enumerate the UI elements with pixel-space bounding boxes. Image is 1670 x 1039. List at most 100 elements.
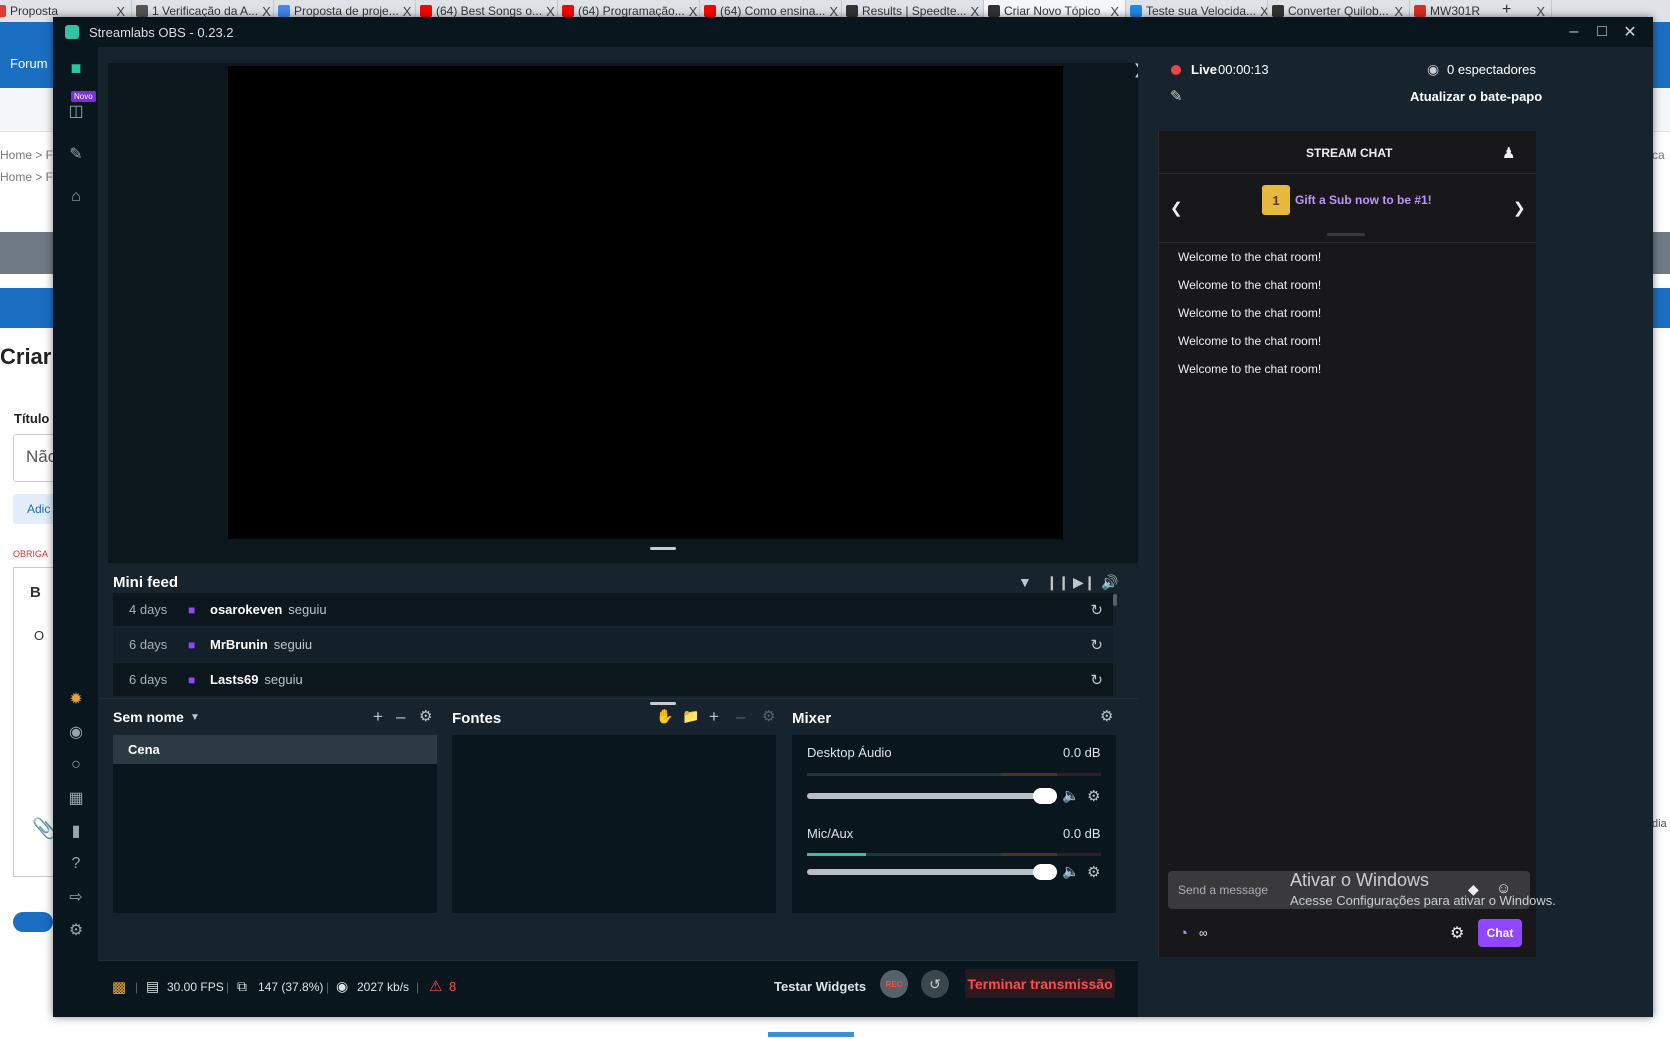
logout-icon[interactable]: ⇨ bbox=[65, 886, 87, 908]
remove-source-icon[interactable]: – bbox=[736, 707, 745, 727]
scene-item[interactable]: Cena bbox=[113, 735, 437, 764]
replay-icon[interactable]: ↻ bbox=[1090, 636, 1103, 654]
gift-icon: 1 bbox=[1262, 185, 1290, 215]
live-timer: 00:00:13 bbox=[1218, 62, 1269, 77]
close-icon[interactable]: ✕ bbox=[1616, 17, 1644, 47]
fps-icon: ▤ bbox=[146, 978, 160, 994]
scene-collection-title[interactable]: Sem nome bbox=[113, 709, 184, 725]
chevron-down-icon[interactable]: ▼ bbox=[190, 712, 200, 723]
editor-tools-icon[interactable]: ✎ bbox=[65, 143, 87, 165]
chevron-right-icon[interactable]: ❯ bbox=[1513, 199, 1526, 217]
prime-icon[interactable]: ✹ bbox=[65, 688, 87, 710]
studio-camera-icon[interactable]: ■ bbox=[65, 57, 87, 79]
forum-link[interactable]: Forum bbox=[10, 56, 48, 71]
channel-db: 0.0 dB bbox=[1063, 745, 1101, 760]
obs-window: Streamlabs OBS - 0.23.2 – □ ✕ ■ ◫ Novo ✎… bbox=[53, 17, 1653, 1017]
gift-sub-link[interactable]: Gift a Sub now to be #1! bbox=[1295, 193, 1432, 207]
edit-pencil-icon[interactable]: ✎ bbox=[1170, 87, 1183, 105]
browser-tab-label: Proposta bbox=[10, 4, 59, 18]
skip-next-icon[interactable]: ▶❙ bbox=[1073, 574, 1096, 591]
refresh-chat-button[interactable]: Atualizar o bate-papo bbox=[1410, 89, 1542, 104]
store-icon[interactable]: ⌂ bbox=[65, 186, 87, 208]
feed-row: 6 days ■ MrBrunin seguiu ↻ bbox=[113, 628, 1113, 661]
feed-action: seguiu bbox=[288, 602, 327, 617]
maximize-icon[interactable]: □ bbox=[1588, 17, 1616, 47]
separator: | bbox=[135, 980, 139, 994]
volume-slider-handle[interactable] bbox=[1033, 864, 1057, 880]
stream-preview[interactable] bbox=[228, 66, 1063, 539]
channel-points-icon[interactable]: ◔ bbox=[1179, 925, 1188, 942]
filter-icon[interactable]: ▼ bbox=[1018, 574, 1032, 590]
dashboard-icon[interactable]: ◉ bbox=[65, 721, 87, 743]
remove-scene-icon[interactable]: – bbox=[396, 707, 405, 727]
volume-slider-handle[interactable] bbox=[1033, 788, 1057, 804]
breadcrumb[interactable]: Home > F bbox=[0, 170, 53, 184]
divider bbox=[1158, 242, 1536, 243]
feed-time: 4 days bbox=[129, 602, 168, 617]
users-icon[interactable]: ♟ bbox=[1502, 144, 1515, 162]
chat-settings-icon[interactable]: ⚙ bbox=[1450, 923, 1464, 943]
feed-scrollbar[interactable] bbox=[1113, 594, 1117, 606]
end-stream-button[interactable]: Terminar transmissão bbox=[965, 969, 1115, 998]
settings-gear-icon[interactable]: ⚙ bbox=[65, 919, 87, 941]
add-scene-icon[interactable]: + bbox=[373, 707, 383, 727]
divider bbox=[1158, 173, 1536, 174]
docs-icon bbox=[278, 5, 290, 17]
volume-icon[interactable]: 🔊 bbox=[1101, 574, 1118, 591]
layout-grid-icon[interactable]: ▦ bbox=[65, 787, 87, 809]
test-widgets-button[interactable]: Testar Widgets bbox=[774, 979, 866, 994]
channel-settings-icon[interactable]: ⚙ bbox=[1087, 787, 1100, 805]
mute-icon[interactable]: 🔈 bbox=[1062, 787, 1079, 804]
volume-slider[interactable] bbox=[807, 793, 1045, 799]
lock-icon[interactable]: ✋ bbox=[656, 708, 673, 725]
bold-button[interactable]: B bbox=[30, 584, 41, 601]
replay-icon[interactable]: ↻ bbox=[1090, 671, 1103, 689]
streamlabs-logo-icon bbox=[65, 25, 79, 39]
add-source-icon[interactable]: + bbox=[709, 707, 719, 727]
eye-icon: ◉ bbox=[1427, 61, 1440, 77]
dropped-frames-value: 147 (37.8%) bbox=[258, 980, 324, 994]
themes-icon[interactable]: ◫ bbox=[65, 100, 87, 122]
globe-icon bbox=[1130, 5, 1142, 17]
source-settings-icon[interactable]: ⚙ bbox=[762, 707, 775, 725]
performance-chart-icon[interactable]: ▩ bbox=[112, 978, 126, 996]
add-folder-icon[interactable]: 📁 bbox=[682, 708, 699, 725]
warning-count[interactable]: 8 bbox=[449, 979, 456, 994]
replay-icon[interactable]: ↻ bbox=[1090, 601, 1103, 619]
breadcrumb[interactable]: Home > F bbox=[0, 148, 53, 162]
warning-icon[interactable]: ⚠ bbox=[429, 977, 442, 995]
feed-action: seguiu bbox=[264, 672, 303, 687]
help-icon[interactable]: ? bbox=[65, 853, 87, 875]
mute-icon[interactable]: 🔈 bbox=[1062, 863, 1079, 880]
record-button[interactable]: REC bbox=[880, 970, 908, 998]
scenes-list: Cena bbox=[113, 735, 437, 913]
feed-row: 6 days ■ Lasts69 seguiu ↻ bbox=[113, 663, 1113, 696]
library-icon[interactable]: ▮ bbox=[65, 820, 87, 842]
chat-bubble-icon[interactable]: ○ bbox=[65, 754, 87, 776]
toggle-switch[interactable] bbox=[13, 912, 53, 932]
minimize-icon[interactable]: – bbox=[1560, 17, 1588, 47]
pause-icon[interactable]: ❙❙ bbox=[1046, 574, 1069, 591]
chat-border bbox=[1158, 131, 1159, 957]
browser-tab-label: Converter Quilob... bbox=[1288, 4, 1389, 18]
mixer-settings-icon[interactable]: ⚙ bbox=[1100, 707, 1113, 725]
youtube-icon bbox=[704, 5, 716, 17]
feed-time: 6 days bbox=[129, 672, 168, 687]
resize-handle[interactable] bbox=[650, 702, 676, 705]
sources-title: Fontes bbox=[452, 710, 502, 727]
volume-slider[interactable] bbox=[807, 869, 1045, 875]
scene-settings-icon[interactable]: ⚙ bbox=[419, 707, 432, 725]
chat-send-button[interactable]: Chat bbox=[1478, 919, 1522, 947]
twitch-icon: ■ bbox=[188, 637, 196, 652]
browser-tab-label: (64) Programação... bbox=[578, 4, 685, 18]
chat-message: Welcome to the chat room! bbox=[1178, 278, 1322, 292]
browser-tab-label: (64) Como ensina... bbox=[720, 4, 826, 18]
scene-item-label: Cena bbox=[128, 742, 160, 757]
feed-row: 4 days ■ osarokeven seguiu ↻ bbox=[113, 593, 1113, 626]
chevron-left-icon[interactable]: ❮ bbox=[1170, 199, 1183, 217]
replay-buffer-icon[interactable]: ↺ bbox=[921, 970, 949, 998]
channel-settings-icon[interactable]: ⚙ bbox=[1087, 863, 1100, 881]
mixer-list: Desktop Áudio 0.0 dB 🔈 ⚙ Mic/Aux 0.0 dB … bbox=[792, 735, 1116, 913]
resize-handle[interactable] bbox=[650, 547, 676, 550]
channel-name: Mic/Aux bbox=[807, 826, 854, 841]
